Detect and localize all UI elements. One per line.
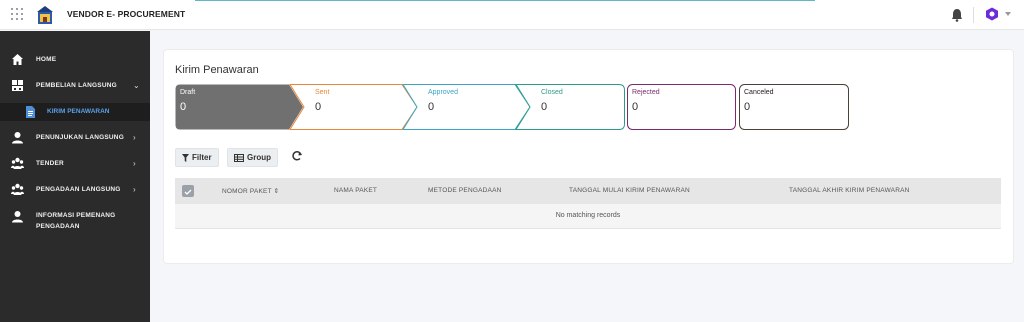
document-icon <box>26 106 35 118</box>
step-sent[interactable]: Sent 0 <box>289 84 419 130</box>
sidebar-item-tender[interactable]: TENDER › <box>0 152 150 174</box>
user-icon <box>12 211 23 223</box>
sidebar-item-label: INFORMASI PEMENANG <box>36 212 116 219</box>
step-label: Draft <box>180 89 196 96</box>
sidebar-item-home[interactable]: HOME <box>0 48 150 70</box>
step-sent-shape <box>289 84 418 130</box>
step-closed[interactable]: Closed 0 <box>515 84 625 130</box>
chevron-right-icon: › <box>133 132 136 142</box>
table-icon <box>234 153 244 162</box>
group-icon <box>11 157 24 169</box>
sidebar-item-label: HOME <box>36 55 57 63</box>
step-canceled[interactable]: Canceled 0 <box>739 84 849 130</box>
sidebar-item-pembelian-langsung[interactable]: PEMBELIAN LANGSUNG ⌄ <box>0 74 150 96</box>
column-header-nomor-paket[interactable]: NOMOR PAKET ⇕ <box>222 187 279 195</box>
sidebar-item-label: PENUNJUKAN LANGSUNG <box>36 133 124 141</box>
chevron-right-icon: › <box>133 158 136 168</box>
sidebar-item-label: PEMBELIAN LANGSUNG <box>36 81 117 89</box>
page-title: Kirim Penawaran <box>175 64 259 76</box>
user-icon <box>12 131 23 143</box>
building-icon <box>12 79 23 91</box>
step-label: Closed <box>541 89 563 96</box>
home-icon <box>12 53 23 65</box>
step-label: Canceled <box>744 89 774 96</box>
refresh-icon[interactable] <box>291 150 303 162</box>
bell-icon[interactable] <box>951 8 963 22</box>
sidebar-item-pengadaan-langsung[interactable]: PENGADAAN LANGSUNG › <box>0 178 150 200</box>
select-all-checkbox[interactable] <box>182 185 194 197</box>
sidebar-item-label-line2: PENGADAAN <box>36 223 80 230</box>
column-header-tanggal-mulai[interactable]: TANGGAL MULAI KIRIM PENAWARAN <box>569 187 690 194</box>
filter-button[interactable]: Filter <box>175 148 219 167</box>
step-count: 0 <box>744 101 751 113</box>
top-accent-line <box>195 0 815 1</box>
step-count: 0 <box>541 101 548 113</box>
step-approved[interactable]: Approved 0 <box>402 84 532 130</box>
sidebar-item-label: TENDER <box>36 159 64 167</box>
app-title: VENDOR E- PROCUREMENT <box>67 9 186 19</box>
sidebar-item-label: KIRIM PENAWARAN <box>47 108 110 115</box>
chevron-right-icon: › <box>133 184 136 194</box>
user-menu-caret-icon[interactable] <box>1005 12 1011 16</box>
column-header-metode-pengadaan[interactable]: METODE PENGADAAN <box>428 187 502 194</box>
column-header-nama-paket[interactable]: NAMA PAKET <box>334 187 377 194</box>
step-rejected[interactable]: Rejected 0 <box>627 84 736 130</box>
apps-grid-icon[interactable] <box>11 8 25 22</box>
sidebar-item-label: PENGADAAN LANGSUNG <box>36 185 121 193</box>
table-header: NOMOR PAKET ⇕ NAMA PAKET METODE PENGADAA… <box>175 178 1001 204</box>
step-label: Rejected <box>632 89 660 96</box>
step-label: Approved <box>428 89 458 96</box>
chevron-down-icon: ⌄ <box>133 80 140 90</box>
sidebar-item-kirim-penawaran[interactable]: KIRIM PENAWARAN <box>0 103 150 121</box>
logo-icon <box>37 6 53 24</box>
filter-button-label: Filter <box>192 153 212 162</box>
step-closed-shape <box>515 84 625 130</box>
step-count: 0 <box>315 101 322 113</box>
group-button-label: Group <box>247 153 271 162</box>
step-count: 0 <box>180 101 187 113</box>
step-approved-shape <box>402 84 531 130</box>
column-header-tanggal-akhir[interactable]: TANGGAL AKHIR KIRIM PENAWARAN <box>789 187 910 194</box>
step-count: 0 <box>632 101 639 113</box>
sidebar: HOME PEMBELIAN LANGSUNG ⌄ KIRIM PENAWARA… <box>0 31 150 322</box>
sidebar-item-penunjukan-langsung[interactable]: PENUNJUKAN LANGSUNG › <box>0 126 150 148</box>
top-bar: VENDOR E- PROCUREMENT <box>0 0 1024 30</box>
sidebar-item-informasi-pemenang[interactable]: INFORMASI PEMENANG PENGADAAN <box>0 206 150 236</box>
step-count: 0 <box>428 101 435 113</box>
table-body: No matching records <box>175 204 1001 229</box>
group-button[interactable]: Group <box>227 148 278 167</box>
step-label: Sent <box>315 89 330 96</box>
group-icon <box>11 183 24 195</box>
check-icon <box>184 189 192 195</box>
step-draft[interactable]: Draft 0 <box>175 84 305 130</box>
empty-table-message: No matching records <box>555 212 621 219</box>
filter-icon <box>182 153 189 162</box>
sort-icon: ⇕ <box>273 188 280 195</box>
hexagon-user-icon[interactable] <box>985 7 999 21</box>
header-divider <box>973 7 974 23</box>
main-card: Kirim Penawaran Draft 0 Sent 0 Approved … <box>163 49 1014 264</box>
